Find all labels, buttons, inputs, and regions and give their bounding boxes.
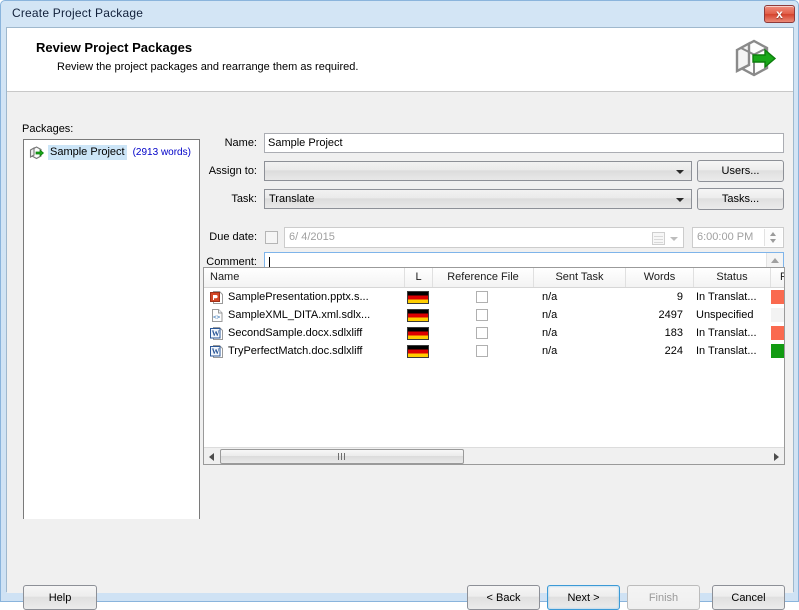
chevron-up-icon[interactable]	[770, 232, 776, 236]
powerpoint-file-icon	[210, 290, 224, 305]
table-row[interactable]: W SecondSample.docx.sdlxliff n/a 183 In Tran…	[204, 324, 784, 342]
chevron-down-icon	[676, 198, 684, 202]
files-horizontal-scrollbar[interactable]	[204, 447, 784, 464]
close-icon: x	[776, 7, 783, 21]
de-flag-icon	[407, 345, 429, 358]
packages-label: Packages:	[22, 123, 74, 135]
users-button[interactable]: Users...	[697, 160, 784, 182]
wizard-body: Packages: Sample Project (2913 words) Na…	[7, 92, 793, 583]
de-flag-icon	[407, 327, 429, 340]
cell-words: 9	[676, 291, 683, 303]
task-combobox[interactable]: Translate	[264, 189, 692, 209]
cell-status: In Translat...	[696, 327, 757, 339]
column-header-status[interactable]: Status	[694, 268, 771, 287]
help-button[interactable]: Help	[23, 585, 97, 610]
scroll-right-icon[interactable]	[774, 453, 779, 461]
due-date-value: 6/ 4/2015	[289, 231, 335, 243]
cell-words: 224	[664, 345, 683, 357]
task-value: Translate	[269, 193, 315, 205]
assign-to-combobox[interactable]	[264, 161, 692, 181]
cell-status: In Translat...	[696, 291, 757, 303]
column-header-progress[interactable]: Pr	[771, 268, 784, 287]
cell-progress-bar	[771, 290, 784, 304]
package-export-icon	[28, 145, 45, 161]
tree-item-sample-project[interactable]: Sample Project (2913 words)	[28, 143, 199, 162]
cell-reference-file-checkbox[interactable]	[476, 291, 488, 303]
tree-item-label: Sample Project	[48, 145, 127, 160]
back-button[interactable]: < Back	[467, 585, 540, 610]
assign-to-label: Assign to:	[208, 165, 257, 177]
cell-name: SampleXML_DITA.xml.sdlx...	[228, 309, 371, 321]
chevron-down-icon[interactable]	[770, 239, 776, 243]
files-table[interactable]: Name L Reference File Sent Task Words St…	[203, 267, 785, 465]
svg-text:W: W	[212, 347, 220, 356]
due-date-label: Due date:	[209, 231, 257, 243]
cell-progress-bar	[771, 326, 784, 340]
table-row[interactable]: SamplePresentation.pptx.s... n/a 9 In Trans…	[204, 288, 784, 306]
word-file-icon: W	[210, 344, 224, 359]
column-header-language[interactable]: L	[405, 268, 433, 287]
time-stepper[interactable]	[764, 229, 782, 246]
word-file-icon: W	[210, 326, 224, 341]
files-table-body: SamplePresentation.pptx.s... n/a 9 In Trans…	[204, 288, 784, 360]
cell-reference-file-checkbox[interactable]	[476, 309, 488, 321]
de-flag-icon	[407, 291, 429, 304]
cell-name: SamplePresentation.pptx.s...	[228, 291, 369, 303]
cell-reference-file-checkbox[interactable]	[476, 327, 488, 339]
grip-icon	[338, 453, 346, 460]
cell-progress-bar	[771, 308, 784, 322]
package-export-icon	[729, 34, 781, 86]
scroll-up-icon[interactable]	[771, 258, 779, 263]
cell-name: TryPerfectMatch.doc.sdlxliff	[228, 345, 363, 357]
svg-text:W: W	[212, 329, 220, 338]
column-header-name[interactable]: Name	[204, 268, 405, 287]
name-input[interactable]	[264, 133, 784, 153]
svg-text:<>: <>	[213, 314, 221, 321]
page-title: Review Project Packages	[36, 40, 193, 55]
cell-reference-file-checkbox[interactable]	[476, 345, 488, 357]
title-bar: Create Project Package x	[1, 1, 799, 27]
dialog-client-area: Review Project Packages Review the proje…	[6, 27, 794, 610]
cell-status: In Translat...	[696, 345, 757, 357]
cancel-button[interactable]: Cancel	[712, 585, 785, 610]
packages-tree[interactable]: Sample Project (2913 words)	[23, 139, 200, 531]
column-header-reference-file[interactable]: Reference File	[433, 268, 534, 287]
calendar-icon[interactable]	[652, 232, 665, 245]
files-table-header: Name L Reference File Sent Task Words St…	[204, 268, 784, 288]
navigation-bar: Help < Back Next > Finish Cancel	[7, 519, 793, 610]
finish-button: Finish	[627, 585, 700, 610]
scrollbar-thumb[interactable]	[220, 449, 464, 464]
next-button[interactable]: Next >	[547, 585, 620, 610]
due-date-checkbox[interactable]	[265, 231, 278, 244]
task-label: Task:	[231, 193, 257, 205]
column-header-words[interactable]: Words	[626, 268, 694, 287]
wizard-header: Review Project Packages Review the proje…	[7, 28, 793, 92]
cell-name: SecondSample.docx.sdlxliff	[228, 327, 363, 339]
due-date-field[interactable]: 6/ 4/2015	[284, 227, 684, 248]
de-flag-icon	[407, 309, 429, 322]
cell-progress-bar	[771, 344, 784, 358]
table-row[interactable]: W TryPerfectMatch.doc.sdlxliff n/a 224 In Tr…	[204, 342, 784, 360]
table-row[interactable]: <> SampleXML_DITA.xml.sdlx... n/a 2497 Unspe…	[204, 306, 784, 324]
cell-words: 183	[664, 327, 683, 339]
chevron-down-icon[interactable]	[670, 237, 678, 241]
chevron-down-icon	[676, 170, 684, 174]
xml-file-icon: <>	[210, 308, 224, 323]
scroll-left-icon[interactable]	[209, 453, 214, 461]
window-title: Create Project Package	[12, 6, 144, 20]
due-time-value: 6:00:00 PM	[697, 231, 754, 243]
column-header-sent-task[interactable]: Sent Task	[534, 268, 626, 287]
cell-words: 2497	[658, 309, 683, 321]
page-subtitle: Review the project packages and rearrang…	[57, 61, 359, 73]
cell-status: Unspecified	[696, 309, 754, 321]
close-button[interactable]: x	[764, 5, 795, 23]
tasks-button[interactable]: Tasks...	[697, 188, 784, 210]
due-time-field[interactable]: 6:00:00 PM	[692, 227, 784, 248]
name-label: Name:	[224, 137, 257, 149]
dialog-window: Create Project Package x Review Project …	[0, 0, 799, 610]
